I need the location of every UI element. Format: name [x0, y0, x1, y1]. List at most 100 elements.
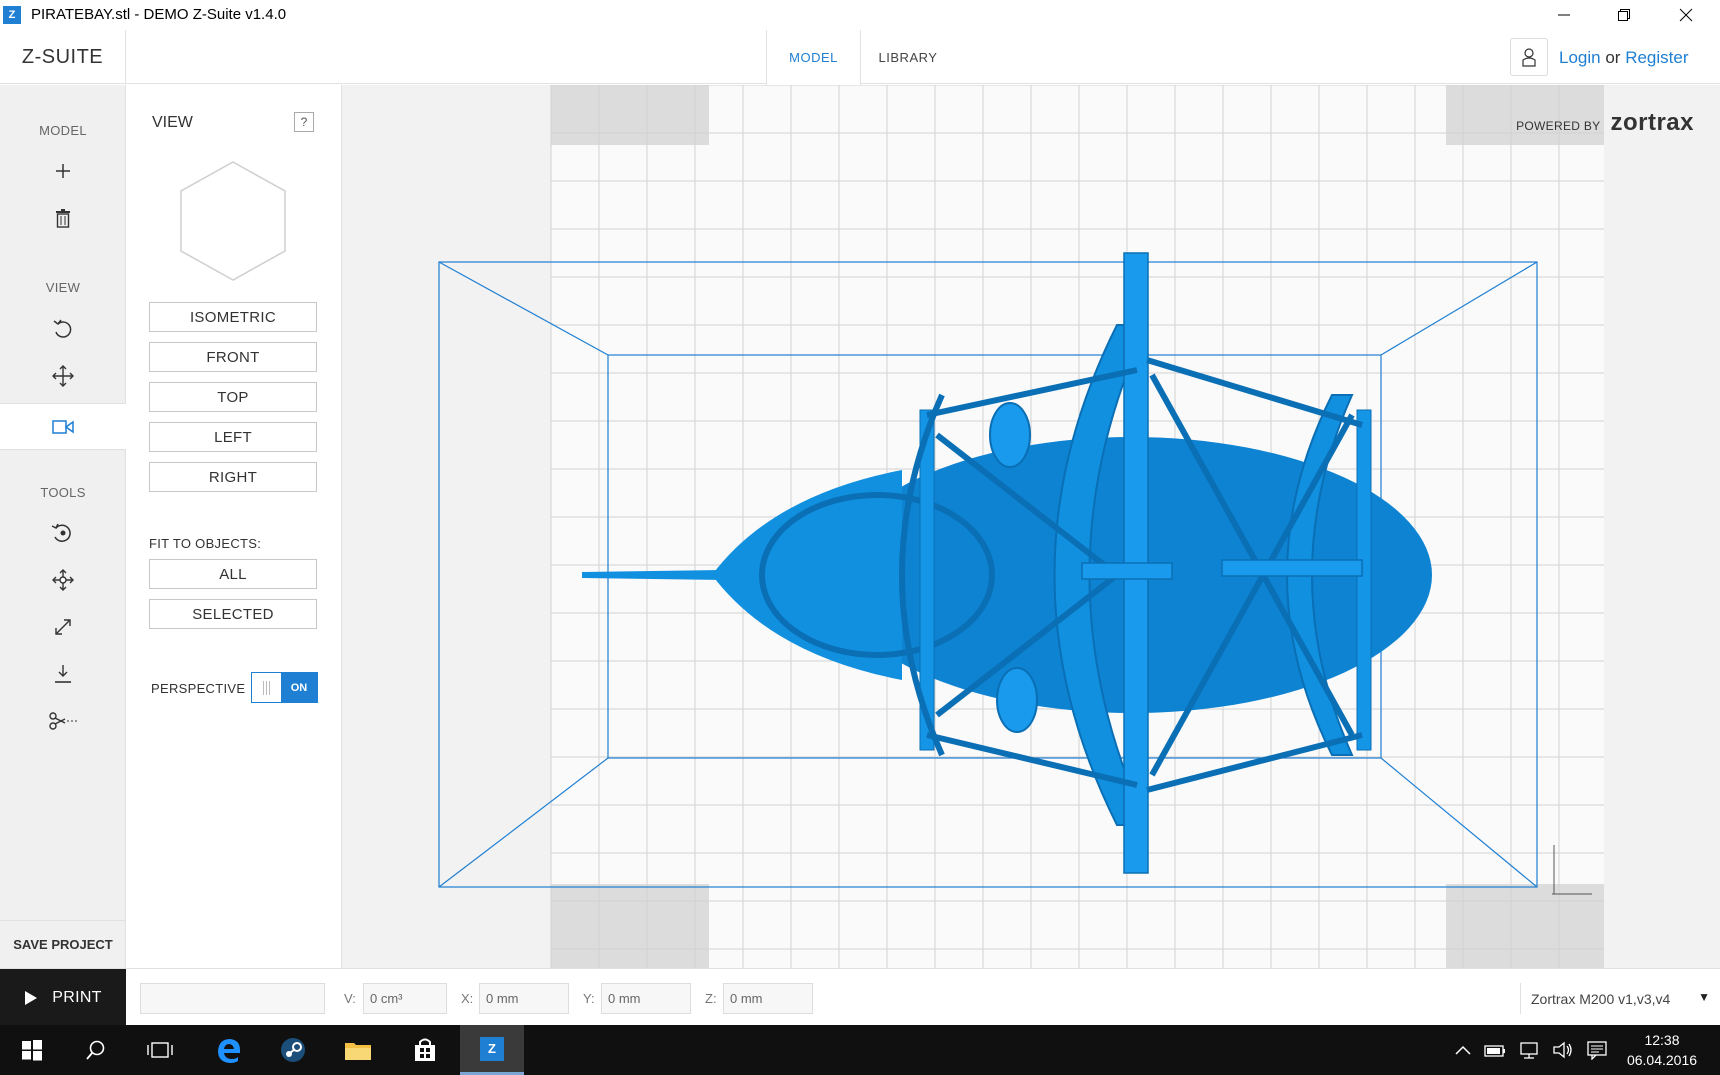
plate-corner [551, 884, 709, 968]
task-view-icon [147, 1042, 173, 1058]
fit-selected-button[interactable]: SELECTED [149, 599, 317, 629]
move-icon [52, 365, 74, 387]
plate-corner [1446, 884, 1604, 968]
save-project-button[interactable]: SAVE PROJECT [0, 920, 126, 968]
clock[interactable]: 12:38 06.04.2016 [1612, 1030, 1712, 1070]
rotate-model-icon [51, 523, 71, 542]
title-bar: Z PIRATEBAY.stl - DEMO Z-Suite v1.4.0 [0, 0, 1720, 30]
minimize-icon[interactable] [1534, 0, 1594, 30]
folder-icon [345, 1043, 371, 1060]
register-link[interactable]: Register [1625, 48, 1688, 67]
steam-icon [281, 1038, 305, 1062]
zsuite-taskbar-button[interactable]: Z [460, 1025, 524, 1075]
zsuite-logo: Z-SUITE [0, 30, 126, 84]
cut-model-button[interactable] [0, 700, 126, 742]
app-icon: Z [3, 6, 21, 24]
file-explorer-button[interactable] [326, 1025, 390, 1075]
isometric-view-button[interactable]: ISOMETRIC [149, 302, 317, 332]
build-plate-scene [438, 85, 1604, 968]
printer-select[interactable]: Zortrax M200 v1,v3,v4 ▼ [1520, 983, 1720, 1014]
volume-field: 0 cm³ [363, 983, 447, 1014]
rotate-view-button[interactable] [0, 308, 126, 350]
y-label: Y: [583, 991, 595, 1006]
z-field[interactable]: 0 mm [723, 983, 813, 1014]
task-view-button[interactable] [128, 1025, 192, 1075]
edge-browser-button[interactable] [196, 1025, 260, 1075]
tab-model[interactable]: MODEL [766, 30, 861, 85]
store-icon [415, 1038, 435, 1061]
user-icon[interactable] [1510, 38, 1548, 76]
move-model-icon [52, 569, 74, 591]
system-tray [1454, 1025, 1608, 1075]
y-field[interactable]: 0 mm [601, 983, 691, 1014]
z-label: Z: [705, 991, 717, 1006]
restore-icon[interactable] [1594, 0, 1654, 30]
view-section-label: VIEW [45, 280, 81, 295]
camera-icon [52, 420, 74, 434]
toggle-state: ON [281, 673, 317, 702]
rotate-model-button[interactable] [0, 512, 126, 554]
x-label: X: [461, 991, 474, 1006]
scale-model-button[interactable] [0, 606, 126, 648]
pan-view-button[interactable] [0, 355, 126, 397]
or-text: or [1605, 48, 1621, 67]
rotate-icon [53, 319, 72, 338]
clock-date: 06.04.2016 [1626, 1052, 1698, 1068]
drop-to-bed-icon [55, 665, 71, 683]
model-section-label: MODEL [39, 123, 87, 138]
fit-to-objects-label: FIT TO OBJECTS: [149, 536, 262, 551]
windows-taskbar: Z 12:38 06.04.2016 [0, 1025, 1720, 1075]
help-button[interactable]: ? [294, 112, 314, 132]
tools-section-label: TOOLS [40, 485, 86, 500]
network-icon[interactable] [1518, 1041, 1540, 1059]
top-view-button[interactable]: TOP [149, 382, 317, 412]
plate-corner [551, 85, 709, 145]
volume-icon[interactable] [1552, 1041, 1574, 1059]
perspective-toggle[interactable]: ON [251, 672, 318, 703]
clock-time: 12:38 [1644, 1032, 1680, 1048]
zortrax-logo: zortrax [1610, 109, 1694, 136]
powered-by-badge: POWERED BY zortrax [1516, 109, 1694, 137]
scissors-icon [49, 712, 77, 730]
tab-library[interactable]: LIBRARY [862, 30, 954, 84]
delete-model-button[interactable] [0, 197, 126, 239]
close-icon[interactable] [1656, 0, 1716, 30]
perspective-label: PERSPECTIVE [151, 681, 246, 696]
notification-icon[interactable] [1586, 1040, 1608, 1060]
store-button[interactable] [393, 1025, 457, 1075]
app-header: Z-SUITE MODEL LIBRARY Login or Register [0, 30, 1720, 85]
play-icon [25, 990, 38, 1005]
search-button[interactable] [64, 1025, 128, 1075]
search-icon [86, 1040, 105, 1060]
status-field [140, 983, 325, 1014]
windows-icon [22, 1040, 42, 1061]
print-button[interactable]: PRINT [0, 969, 126, 1026]
place-on-bed-button[interactable] [0, 653, 126, 695]
left-toolbar: MODEL VIEW TOOLS SAVE PROJECT [0, 85, 126, 968]
right-view-button[interactable]: RIGHT [149, 462, 317, 492]
volume-label: V: [344, 991, 356, 1006]
fit-all-button[interactable]: ALL [149, 559, 317, 589]
print-label: PRINT [52, 988, 102, 1006]
view-cube[interactable] [178, 160, 288, 282]
move-model-button[interactable] [0, 559, 126, 601]
left-view-button[interactable]: LEFT [149, 422, 317, 452]
start-button[interactable] [0, 1025, 64, 1075]
front-view-button[interactable]: FRONT [149, 342, 317, 372]
chevron-up-icon[interactable] [1454, 1044, 1472, 1056]
window-title: PIRATEBAY.stl - DEMO Z-Suite v1.4.0 [31, 6, 287, 23]
login-link[interactable]: Login [1559, 48, 1601, 67]
view-panel: VIEW ? ISOMETRIC FRONT TOP LEFT RIGHT FI… [126, 85, 342, 968]
steam-button[interactable] [261, 1025, 325, 1075]
zsuite-app-icon: Z [480, 1036, 504, 1061]
chevron-down-icon: ▼ [1698, 990, 1710, 1004]
x-field[interactable]: 0 mm [479, 983, 569, 1014]
3d-viewport[interactable]: POWERED BY zortrax [342, 85, 1720, 968]
toggle-knob [252, 673, 281, 702]
scale-icon [55, 619, 71, 635]
add-model-button[interactable] [0, 150, 126, 192]
battery-icon[interactable] [1484, 1042, 1506, 1058]
camera-view-button[interactable] [0, 403, 126, 450]
bottom-bar: PRINT V: 0 cm³ X: 0 mm Y: 0 mm Z: 0 mm Z… [0, 968, 1720, 1026]
trash-icon [56, 209, 70, 228]
